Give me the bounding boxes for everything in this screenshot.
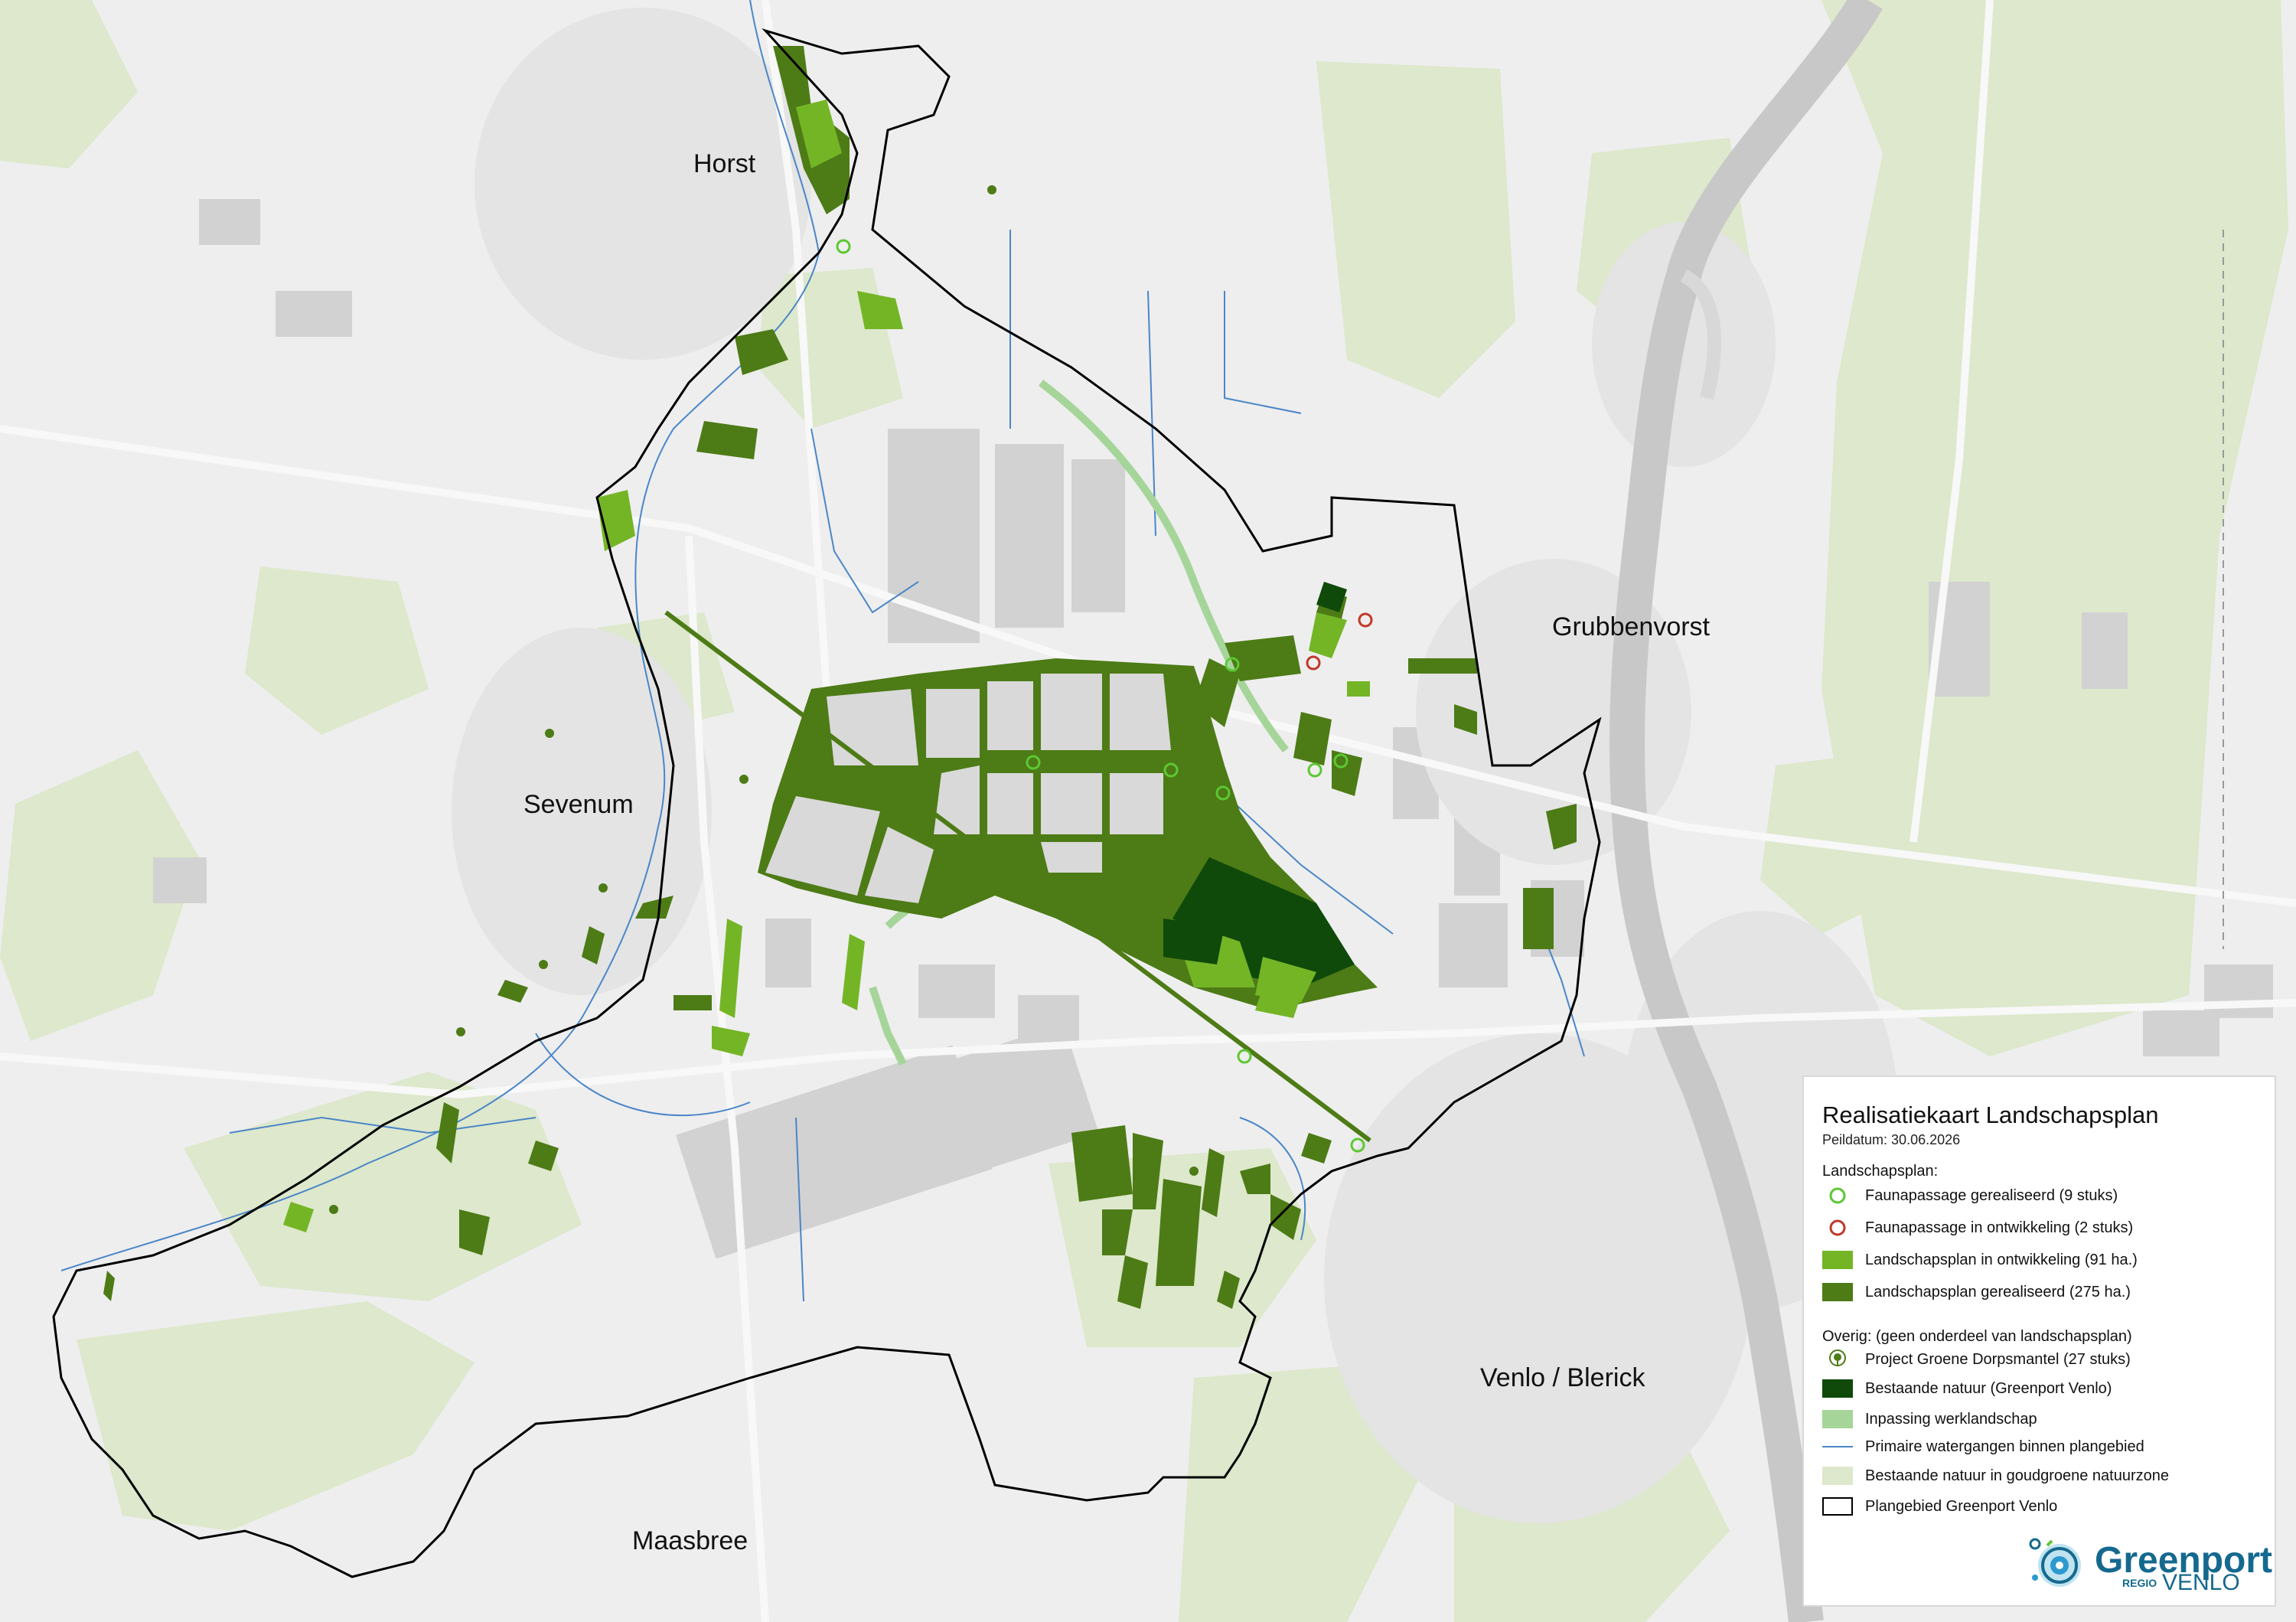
legend-date: Peildatum: 30.06.2026 bbox=[1822, 1132, 1961, 1147]
red-circle-icon bbox=[1822, 1218, 1853, 1238]
place-label-grubbenvorst: Grubbenvorst bbox=[1552, 612, 1710, 641]
tree-icon bbox=[1822, 1349, 1853, 1369]
greenport-logo-icon bbox=[2029, 1538, 2081, 1587]
place-label-horst: Horst bbox=[693, 149, 756, 178]
legend-section-landschapsplan: Landschapsplan: bbox=[1822, 1163, 1939, 1180]
legend-item-label: Landschapsplan gerealiseerd (275 ha.) bbox=[1865, 1283, 2131, 1301]
black-outline-icon bbox=[1822, 1496, 1853, 1516]
dark-green-patch-icon bbox=[1822, 1379, 1853, 1398]
legend-item-label: Bestaande natuur in goudgroene natuurzon… bbox=[1865, 1467, 2169, 1484]
legend-item-label: Primaire watergangen binnen plangebied bbox=[1865, 1438, 2144, 1455]
place-label-maasbree: Maasbree bbox=[632, 1526, 748, 1555]
green-patch-icon bbox=[1822, 1282, 1853, 1302]
map-legend: Realisatiekaart Landschapsplan Peildatum… bbox=[1802, 1075, 2276, 1607]
beige-patch-icon bbox=[1822, 1466, 1853, 1486]
legend-section-overig: Overig: (geen onderdeel van landschapspl… bbox=[1822, 1328, 2132, 1345]
pale-green-patch-icon bbox=[1822, 1409, 1853, 1429]
legend-item: Bestaande natuur in goudgroene natuurzon… bbox=[1822, 1464, 2169, 1487]
logo-regio: REGIO bbox=[2122, 1577, 2157, 1589]
greenport-logo: Greenport REGIO VENLO bbox=[2026, 1529, 2272, 1598]
legend-item-label: Project Groene Dorpsmantel (27 stuks) bbox=[1865, 1350, 2131, 1368]
green-circle-icon bbox=[1822, 1186, 1853, 1206]
legend-item-label: Bestaande natuur (Greenport Venlo) bbox=[1865, 1379, 2112, 1397]
place-label-sevenum: Sevenum bbox=[523, 790, 634, 819]
legend-item: Faunapassage in ontwikkeling (2 stuks) bbox=[1822, 1216, 2133, 1239]
legend-item: Faunapassage gerealiseerd (9 stuks) bbox=[1822, 1184, 2118, 1207]
legend-item: Project Groene Dorpsmantel (27 stuks) bbox=[1822, 1348, 2131, 1371]
legend-item: Landschapsplan in ontwikkeling (91 ha.) bbox=[1822, 1248, 2138, 1271]
legend-item-label: Inpassing werklandschap bbox=[1865, 1410, 2037, 1428]
legend-item: Plangebied Greenport Venlo bbox=[1822, 1495, 2057, 1518]
light-green-patch-icon bbox=[1822, 1250, 1853, 1270]
legend-item: Bestaande natuur (Greenport Venlo) bbox=[1822, 1377, 2112, 1400]
legend-item-label: Faunapassage in ontwikkeling (2 stuks) bbox=[1865, 1219, 2134, 1236]
place-label-venlo-blerick: Venlo / Blerick bbox=[1480, 1363, 1645, 1392]
legend-item-label: Faunapassage gerealiseerd (9 stuks) bbox=[1865, 1186, 2118, 1204]
legend-item: Landschapsplan gerealiseerd (275 ha.) bbox=[1822, 1281, 2131, 1304]
logo-venlo: VENLO bbox=[2162, 1570, 2240, 1595]
legend-item: Inpassing werklandschap bbox=[1822, 1408, 2037, 1431]
legend-title: Realisatiekaart Landschapsplan bbox=[1822, 1101, 2159, 1128]
legend-item-label: Landschapsplan in ontwikkeling (91 ha.) bbox=[1865, 1251, 2138, 1268]
legend-item: Primaire watergangen binnen plangebied bbox=[1822, 1435, 2144, 1458]
blue-line-icon bbox=[1822, 1437, 1853, 1457]
legend-item-label: Plangebied Greenport Venlo bbox=[1865, 1497, 2058, 1515]
